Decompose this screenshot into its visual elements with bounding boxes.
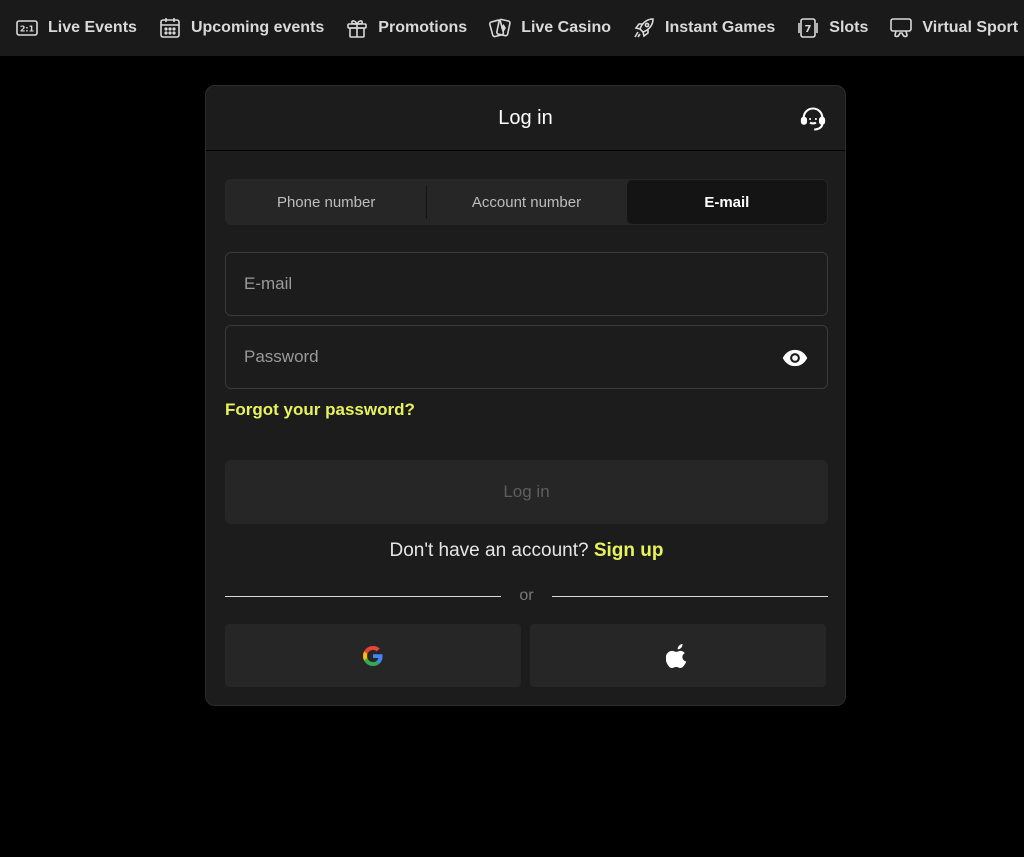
nav-item-label: Upcoming events xyxy=(190,19,325,36)
nav-item-promotions[interactable]: Promotions xyxy=(344,0,487,56)
slot-icon-glyph: 7 xyxy=(805,24,812,35)
google-login-button[interactable] xyxy=(225,624,521,687)
gift-icon xyxy=(344,15,370,41)
headset-icon xyxy=(800,107,826,131)
login-method-tabs: Phone number Account number E-mail xyxy=(225,179,828,225)
login-modal: Log in Phone number Account number E-mai… xyxy=(205,85,846,706)
gamepad-icon xyxy=(888,15,914,41)
divider-line-left xyxy=(225,595,502,597)
login-button[interactable]: Log in xyxy=(225,460,828,524)
signup-prompt: Don't have an account? xyxy=(389,540,589,561)
nav-item-slots[interactable]: 7 Slots xyxy=(795,0,888,56)
support-button[interactable] xyxy=(799,105,827,133)
signup-link[interactable]: Sign up xyxy=(594,540,664,561)
nav-item-label: Slots xyxy=(829,19,869,36)
apple-login-button[interactable] xyxy=(530,624,826,687)
nav-item-label: Instant Games xyxy=(665,19,776,36)
rocket-icon xyxy=(631,15,657,41)
calendar-icon xyxy=(157,15,183,41)
nav-item-instant-games[interactable]: Instant Games xyxy=(631,0,795,56)
password-field[interactable] xyxy=(226,326,827,388)
nav-item-upcoming-events[interactable]: Upcoming events xyxy=(157,0,344,56)
google-icon xyxy=(363,645,383,666)
tab-email[interactable]: E-mail xyxy=(626,180,827,224)
signup-row: Don't have an account? Sign up xyxy=(206,540,845,562)
email-field-wrapper xyxy=(225,252,828,316)
score-icon: 2:1 xyxy=(14,15,40,41)
nav-item-live-events[interactable]: 2:1 Live Events xyxy=(14,0,157,56)
tab-account-number[interactable]: Account number xyxy=(426,180,626,224)
tab-phone-number[interactable]: Phone number xyxy=(226,180,426,224)
nav-item-label: Promotions xyxy=(378,19,468,36)
or-divider: or xyxy=(225,584,829,608)
divider-line-right xyxy=(551,595,829,597)
show-password-button[interactable] xyxy=(781,344,809,372)
nav-item-label: Virtual Sport xyxy=(922,19,1019,36)
nav-item-label: Live Events xyxy=(48,19,137,36)
forgot-password-link[interactable]: Forgot your password? xyxy=(225,400,415,420)
modal-header: Log in xyxy=(206,86,845,151)
eye-icon xyxy=(782,349,808,367)
cards-icon xyxy=(487,15,513,41)
password-field-wrapper xyxy=(225,325,828,389)
score-icon-glyph: 2:1 xyxy=(20,25,35,34)
modal-title: Log in xyxy=(498,106,553,129)
apple-icon xyxy=(666,643,687,668)
nav-item-label: Live Casino xyxy=(521,19,611,36)
nav-item-live-casino[interactable]: Live Casino xyxy=(487,0,631,56)
nav-item-virtual-sport[interactable]: Virtual Sport xyxy=(888,0,1024,56)
top-navigation: 2:1 Live Events Upcoming events Promotio… xyxy=(0,0,1024,56)
email-field[interactable] xyxy=(226,253,827,315)
or-text: or xyxy=(519,587,534,604)
slot-seven-icon: 7 xyxy=(795,15,821,41)
